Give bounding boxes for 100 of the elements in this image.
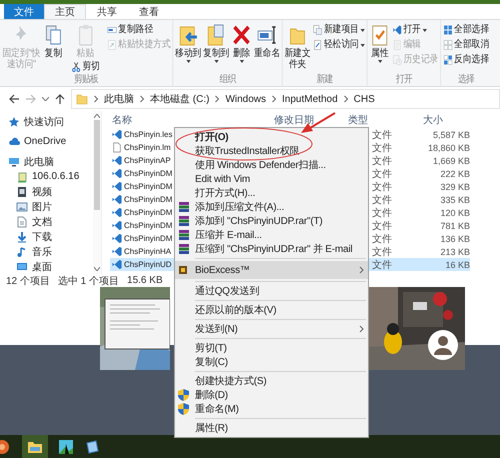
nav-item[interactable]: 图片 xyxy=(0,199,93,214)
file-icon xyxy=(110,219,124,232)
nav-item[interactable]: 桌面 xyxy=(0,259,93,274)
ribbon-button[interactable]: 重命名 xyxy=(252,22,281,60)
delete-icon xyxy=(231,23,252,47)
menu-item[interactable]: 打开方式(H)... xyxy=(175,186,368,200)
file-icon xyxy=(110,193,124,206)
menu-item[interactable]: 使用 Windows Defender扫描... xyxy=(175,158,368,172)
file-type: 文件 xyxy=(371,206,393,219)
archive-icon xyxy=(178,215,190,227)
group-label: 选择 xyxy=(456,74,476,86)
file-type: 文件 xyxy=(371,168,393,180)
chevron-icon xyxy=(271,95,278,103)
scroll-thumb[interactable] xyxy=(94,120,100,210)
menu-item[interactable]: 获取TrustedInstaller权限 xyxy=(175,144,368,158)
nav-item[interactable]: 视频 xyxy=(0,184,93,199)
notepad-icon[interactable] xyxy=(84,438,100,454)
download-icon xyxy=(16,230,28,242)
breadcrumb[interactable]: InputMethod xyxy=(282,94,338,104)
taskbar-button[interactable] xyxy=(22,435,48,458)
menu-item[interactable]: BioExcess™ xyxy=(175,261,368,279)
ribbon-button[interactable]: 删除 xyxy=(230,22,253,64)
file-type: 文件 xyxy=(371,194,393,206)
menu-item[interactable]: 复制(C) xyxy=(175,355,368,369)
ribbon-button[interactable]: 全部取消 xyxy=(442,37,490,52)
ribbon-button[interactable]: 复制路径 xyxy=(106,22,172,37)
back-icon[interactable] xyxy=(8,93,20,105)
shield-icon xyxy=(178,389,189,401)
menu-item[interactable]: 打开(O) xyxy=(175,130,368,144)
nav-item[interactable]: 下载 xyxy=(0,229,93,244)
ribbon-button[interactable]: 移动到 xyxy=(174,22,202,64)
archive-icon xyxy=(178,229,190,241)
caret-icon xyxy=(214,60,219,63)
ribbon-button[interactable]: 剪切 xyxy=(70,59,101,74)
group-label: 组织 xyxy=(218,74,238,86)
file-icon xyxy=(110,232,124,245)
menu-item[interactable]: 压缩到 "ChsPinyinUDP.rar" 并 E-mail xyxy=(175,242,368,256)
ribbon-button[interactable]: 新建项目 xyxy=(312,22,366,37)
scrollbar[interactable] xyxy=(93,111,101,274)
menu-item[interactable]: 添加到压缩文件(A)... xyxy=(175,200,368,214)
nav-item[interactable]: 此电脑 xyxy=(0,154,93,169)
ribbon-tab[interactable]: 主页 xyxy=(44,4,86,19)
nav-item[interactable]: OneDrive xyxy=(0,134,93,149)
menu-item[interactable]: 压缩并 E-mail... xyxy=(175,228,368,242)
ribbon-button[interactable]: 新建文件夹 xyxy=(284,22,312,71)
menu-item[interactable]: Edit with Vim xyxy=(175,172,368,186)
menu-item[interactable]: 重命名(M) xyxy=(175,402,368,416)
ribbon-button[interactable]: 复制到 xyxy=(202,22,230,64)
menu-item[interactable]: 删除(D) xyxy=(175,388,368,402)
desktop-icon xyxy=(16,260,28,272)
breadcrumb[interactable]: 此电脑 xyxy=(104,92,134,106)
file-size: 222 KB xyxy=(439,168,470,180)
status-text: 选中 1 个项目 xyxy=(58,274,120,288)
file-icon xyxy=(110,245,124,258)
ribbon-button[interactable]: 复制 xyxy=(42,22,65,60)
column-header[interactable]: 修改日期 xyxy=(274,112,348,126)
address-bar[interactable]: 此电脑 本地磁盘 (C:) Windows InputMethod CHS xyxy=(71,89,500,109)
file-type: 文件 xyxy=(371,232,393,245)
file-icon xyxy=(110,180,124,193)
ribbon-button[interactable]: 属性 xyxy=(368,22,392,64)
image-app-icon[interactable] xyxy=(58,438,74,454)
column-header[interactable]: 大小 xyxy=(423,112,468,126)
breadcrumb[interactable]: Windows xyxy=(225,94,266,104)
up-icon[interactable] xyxy=(54,93,66,105)
caret-icon[interactable] xyxy=(42,97,49,101)
chevron-icon xyxy=(214,95,220,103)
menu-item[interactable]: 属性(R) xyxy=(175,421,368,435)
column-header[interactable]: 名称 xyxy=(110,112,274,126)
file-menu-button[interactable]: 文件 xyxy=(4,4,44,19)
menu-item[interactable]: 还原以前的版本(V) xyxy=(175,303,368,317)
menu-item[interactable]: 发送到(N) xyxy=(175,322,368,336)
nav-item[interactable]: 106.0.6.16 xyxy=(0,169,93,184)
ribbon-button[interactable]: 全部选择 xyxy=(442,22,490,37)
folder-icon xyxy=(27,440,43,454)
scroll-down-icon[interactable] xyxy=(94,267,100,271)
shield-icon xyxy=(178,403,189,415)
select-none-icon xyxy=(442,38,454,50)
status-text: 12 个项目 xyxy=(6,274,50,288)
breadcrumb[interactable]: 本地磁盘 (C:) xyxy=(150,92,210,106)
new-item-icon xyxy=(312,24,323,36)
file-size: 16 KB xyxy=(425,258,470,271)
scroll-up-icon[interactable] xyxy=(94,114,100,118)
group-label: 新建 xyxy=(316,74,334,86)
archive-icon xyxy=(178,201,190,213)
ribbon-button[interactable]: 反向选择 xyxy=(442,52,490,67)
star-icon xyxy=(8,116,20,128)
caret-icon xyxy=(240,60,244,63)
breadcrumb[interactable]: CHS xyxy=(354,94,375,104)
ribbon-button[interactable]: 打开 xyxy=(391,22,440,37)
nav-item[interactable]: 文档 xyxy=(0,214,93,229)
menu-item[interactable]: 添加到 "ChsPinyinUDP.rar"(T) xyxy=(175,214,368,228)
menu-item[interactable]: 创建快捷方式(S) xyxy=(175,374,368,388)
ribbon-button[interactable]: 轻松访问 xyxy=(312,37,366,52)
column-header[interactable]: 类型 xyxy=(348,112,423,126)
menu-item[interactable]: 剪切(T) xyxy=(175,341,368,355)
nav-item[interactable]: 音乐 xyxy=(0,244,93,259)
menu-item[interactable]: 通过QQ发送到 xyxy=(175,284,368,298)
nav-item[interactable]: 快速访问 xyxy=(0,114,93,129)
file-type: 文件 xyxy=(371,128,393,141)
app-icon[interactable] xyxy=(0,438,12,454)
